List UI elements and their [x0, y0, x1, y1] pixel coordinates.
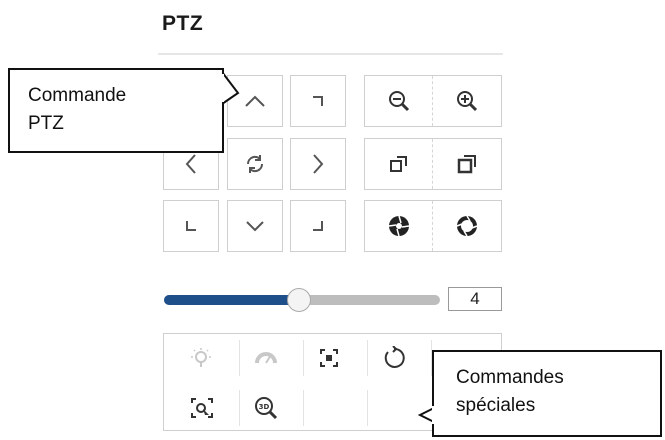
- focus-far-icon: [457, 155, 476, 174]
- zoom-out-button[interactable]: [365, 76, 433, 126]
- zoom-group: [364, 75, 502, 127]
- iris-close-button[interactable]: [365, 201, 433, 251]
- light-button[interactable]: [176, 340, 240, 376]
- focus-near-button[interactable]: [365, 139, 433, 189]
- speed-slider-fill: [164, 295, 300, 305]
- iris-close-icon: [388, 215, 410, 237]
- chevron-down-icon: [246, 221, 264, 232]
- up-button[interactable]: [227, 75, 283, 127]
- callout-seam: [221, 74, 224, 102]
- auto-scan-button[interactable]: [227, 138, 283, 190]
- up-right-button[interactable]: [290, 75, 346, 127]
- callout-ptz-command: Commande PTZ: [8, 68, 224, 153]
- 3d-zoom-icon: 3D: [255, 397, 278, 420]
- special-empty-slot: [304, 390, 368, 426]
- down-button[interactable]: [227, 200, 283, 252]
- right-button[interactable]: [290, 138, 346, 190]
- manual-tracking-button[interactable]: [176, 390, 240, 426]
- corner-up-right-icon: [313, 96, 323, 106]
- chevron-up-icon: [245, 95, 265, 107]
- callout-ptz-line2: PTZ: [28, 113, 64, 134]
- focus-far-button[interactable]: [432, 139, 501, 189]
- focus-group: [364, 138, 502, 190]
- iris-open-button[interactable]: [432, 201, 501, 251]
- one-touch-focus-icon: [320, 349, 338, 367]
- down-right-button[interactable]: [290, 200, 346, 252]
- callout-special-line2: spéciales: [456, 395, 536, 416]
- light-icon: [191, 348, 211, 367]
- corner-down-right-icon: [313, 221, 323, 231]
- wiper-icon: [255, 352, 277, 364]
- callout-special-line1: Commandes: [456, 367, 564, 388]
- zoom-out-icon: [389, 91, 410, 112]
- page-title: PTZ: [162, 12, 204, 35]
- iris-open-icon: [456, 215, 478, 237]
- divider: [158, 53, 503, 55]
- iris-group: [364, 200, 502, 252]
- speed-value[interactable]: 4: [448, 287, 502, 311]
- corner-down-left-icon: [186, 221, 196, 231]
- manual-tracking-icon: [191, 398, 213, 418]
- 3d-zoom-button[interactable]: 3D: [240, 390, 304, 426]
- callout-ptz-line1: Commande: [28, 85, 127, 106]
- special-commands-row-2: 3D: [176, 390, 432, 426]
- rotate-icon: [246, 155, 264, 173]
- lens-reset-button[interactable]: [368, 340, 432, 376]
- speed-slider-handle[interactable]: [287, 288, 311, 312]
- wiper-button[interactable]: [240, 340, 304, 376]
- chevron-right-icon: [313, 154, 324, 174]
- callout-special-commands: Commandes spéciales: [432, 350, 662, 437]
- svg-text:3D: 3D: [259, 403, 270, 411]
- callout-seam: [432, 406, 435, 424]
- zoom-in-icon: [457, 91, 478, 112]
- zoom-in-button[interactable]: [432, 76, 501, 126]
- focus-near-icon: [390, 156, 407, 172]
- chevron-left-icon: [185, 154, 196, 174]
- special-commands-row-1: [176, 340, 432, 376]
- lens-reset-icon: [384, 346, 405, 368]
- one-touch-focus-button[interactable]: [304, 340, 368, 376]
- down-left-button[interactable]: [163, 200, 219, 252]
- special-empty-slot: [368, 390, 432, 426]
